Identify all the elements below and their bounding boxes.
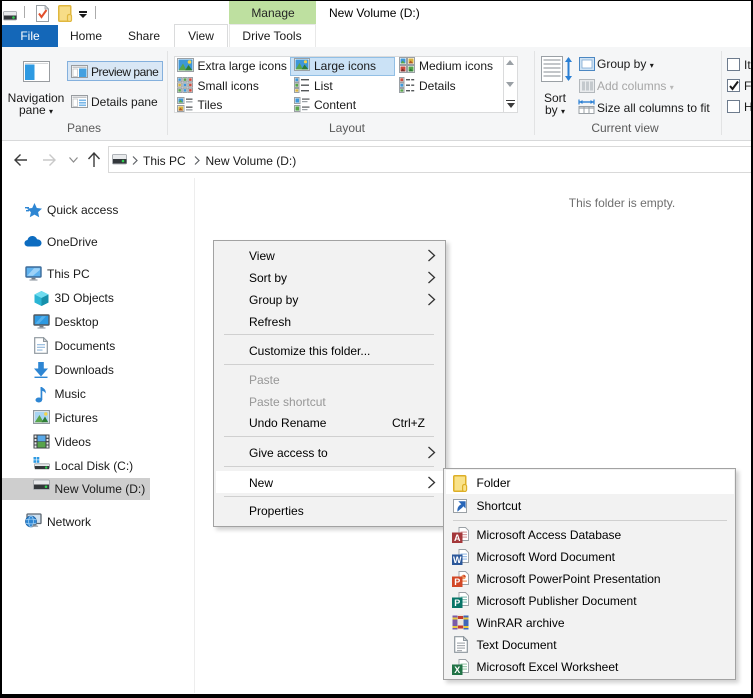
svg-text:W: W <box>453 554 462 564</box>
svg-text:X: X <box>454 664 460 674</box>
svg-text:A: A <box>454 532 461 542</box>
svg-text:P: P <box>454 576 460 586</box>
svg-text:P: P <box>454 598 460 608</box>
